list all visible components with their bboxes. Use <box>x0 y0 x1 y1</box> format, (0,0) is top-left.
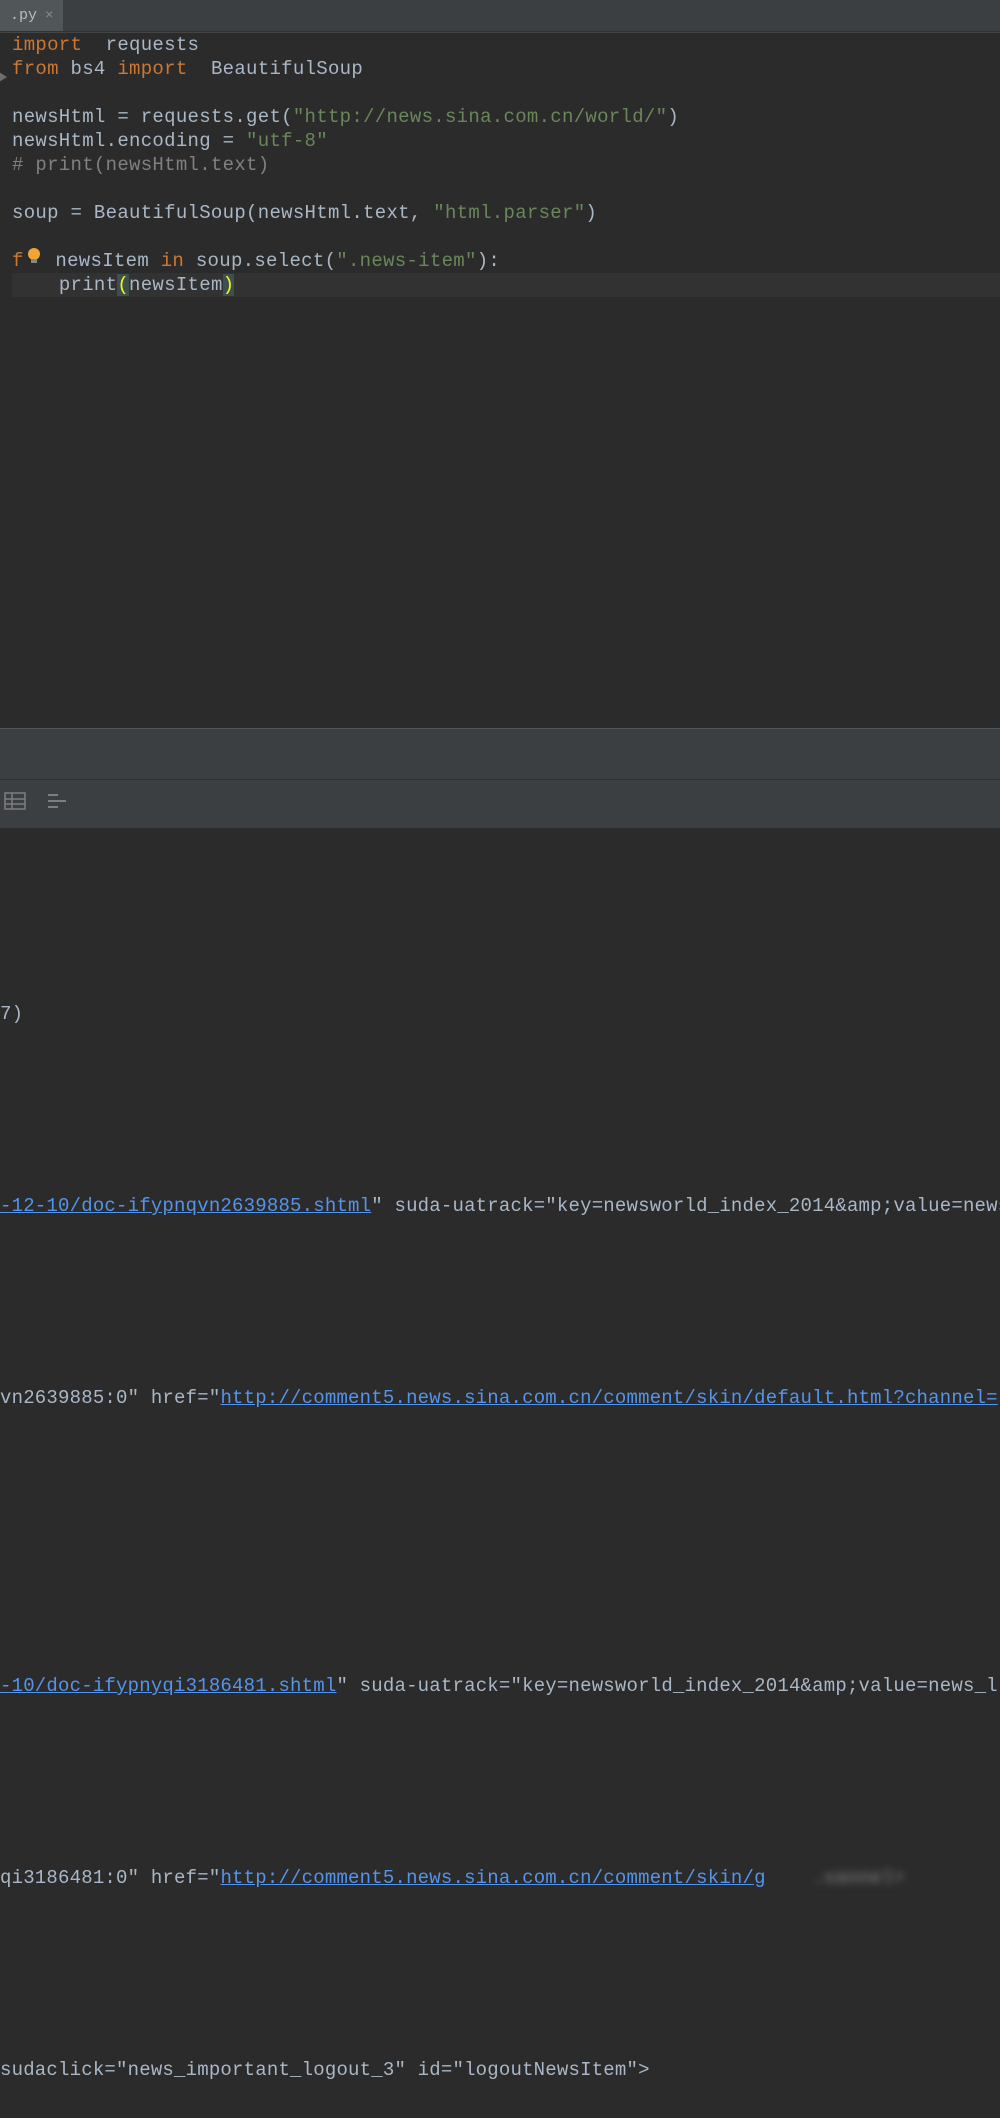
code-line <box>12 225 1000 249</box>
code-area: import requests from bs4 import Beautifu… <box>12 33 1000 297</box>
console-line <box>0 902 1000 934</box>
close-icon[interactable]: × <box>45 8 53 24</box>
console-line <box>0 1478 1000 1510</box>
console-line: -12-10/doc-ifypnqvn2639885.shtml" suda-u… <box>0 1190 1000 1222</box>
console-toolbar <box>0 780 1000 828</box>
gutter-fold-icon[interactable] <box>0 71 8 91</box>
console-line: sudaclick="news_important_logout_3" id="… <box>0 2054 1000 2086</box>
lightbulb-icon[interactable] <box>24 246 44 273</box>
console-line <box>0 1766 1000 1798</box>
panel-divider[interactable] <box>0 728 1000 780</box>
console-link[interactable]: -12-10/doc-ifypnqvn2639885.shtml <box>0 1195 371 1217</box>
code-line: newsHtml.encoding = "utf-8" <box>12 129 1000 153</box>
console-output[interactable]: 7) -12-10/doc-ifypnqvn2639885.shtml" sud… <box>0 828 1000 2118</box>
console-link[interactable]: http://comment5.news.sina.com.cn/comment… <box>220 1387 997 1409</box>
code-line: from bs4 import BeautifulSoup <box>12 57 1000 81</box>
code-line: f newsItem in soup.select(".news-item"): <box>12 249 1000 273</box>
code-line <box>12 81 1000 105</box>
console-line <box>0 1094 1000 1126</box>
code-line <box>12 177 1000 201</box>
console-line <box>0 1958 1000 1990</box>
editor-tab-bar: .py × <box>0 0 1000 32</box>
console-line: vn2639885:0" href="http://comment5.news.… <box>0 1382 1000 1414</box>
console-line: qi3186481:0" href="http://comment5.news.… <box>0 1862 1000 1894</box>
wrap-icon[interactable] <box>46 790 68 818</box>
editor-tab[interactable]: .py × <box>0 0 63 31</box>
code-editor[interactable]: import requests from bs4 import Beautifu… <box>0 32 1000 728</box>
code-line: import requests <box>12 33 1000 57</box>
code-line: # print(newsHtml.text) <box>12 153 1000 177</box>
blurred-text: .xannel= <box>766 1867 905 1889</box>
code-line: newsHtml = requests.get("http://news.sin… <box>12 105 1000 129</box>
table-view-icon[interactable] <box>4 790 26 818</box>
console-line: -10/doc-ifypnyqi3186481.shtml" suda-uatr… <box>0 1670 1000 1702</box>
console-line <box>0 1574 1000 1606</box>
console-link[interactable]: -10/doc-ifypnyqi3186481.shtml <box>0 1675 336 1697</box>
console-link[interactable]: http://comment5.news.sina.com.cn/comment… <box>220 1867 765 1889</box>
console-line: 7) <box>0 998 1000 1030</box>
code-line: soup = BeautifulSoup(newsHtml.text, "htm… <box>12 201 1000 225</box>
console-line <box>0 1286 1000 1318</box>
tab-label: .py <box>10 7 37 24</box>
code-line-current: print(newsItem) <box>12 273 1000 297</box>
